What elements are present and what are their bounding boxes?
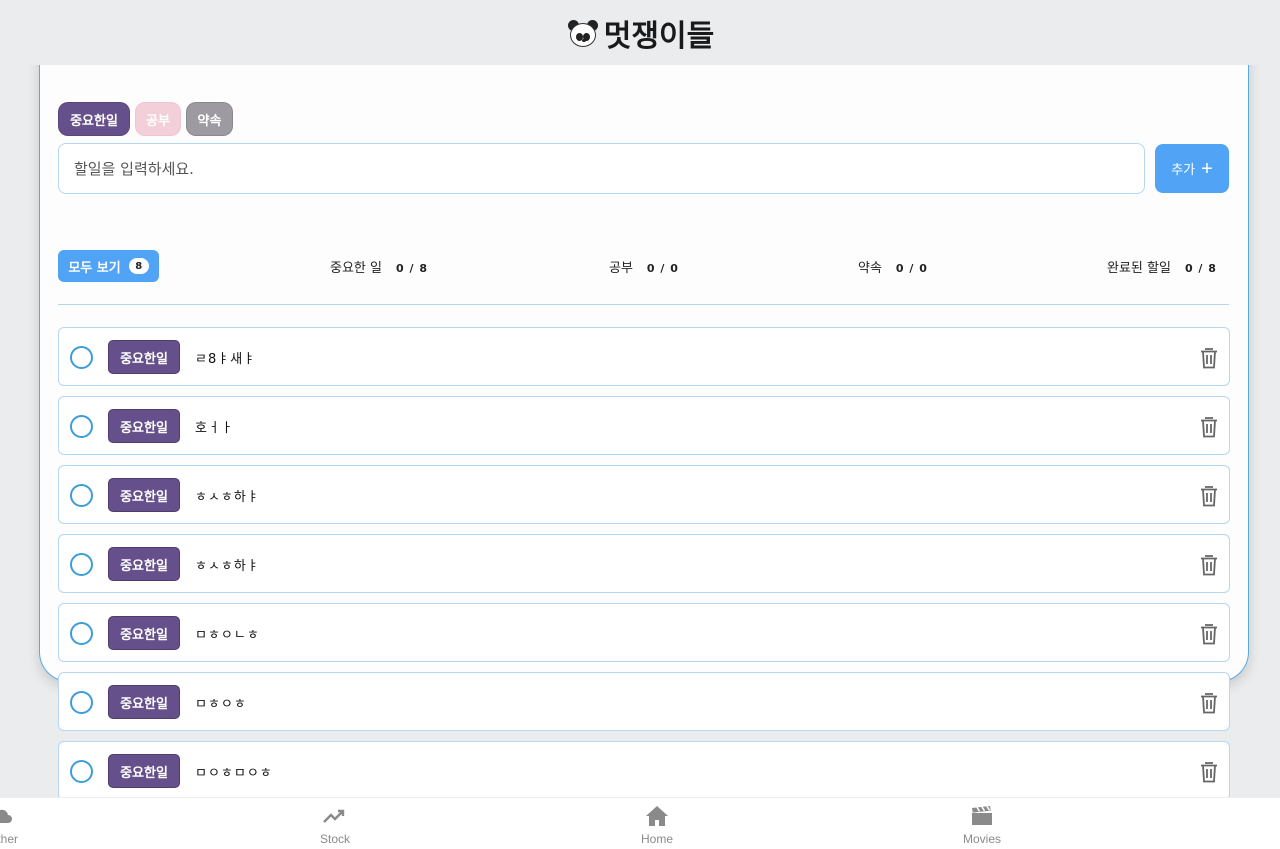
category-chips: 중요한일 공부 약속 [58, 102, 233, 136]
todo-item: 중요한일 ㅁㅎㅇㄴㅎ [58, 603, 1230, 662]
filter-done-label: 완료된 할일 [1107, 261, 1171, 276]
filter-important-label: 중요한 일 [330, 261, 382, 276]
nav-weather[interactable]: eather [0, 804, 18, 846]
nav-stock-label: Stock [320, 832, 351, 846]
todo-item: 중요한일 ㅎㅅㅎ하ㅑ [58, 534, 1230, 593]
todo-category-tag: 중요한일 [108, 616, 180, 650]
complete-checkbox[interactable] [70, 553, 93, 576]
nav-movies[interactable]: Movies [963, 804, 1001, 846]
todo-text: ㅎㅅㅎ하ㅑ [195, 490, 260, 505]
complete-checkbox[interactable] [70, 622, 93, 645]
todo-item: 중요한일 ㄹ8ㅑ새ㅑ [58, 327, 1230, 386]
todo-category-tag: 중요한일 [108, 754, 180, 788]
nav-weather-label: eather [0, 832, 19, 846]
add-button[interactable]: 추가 + [1155, 144, 1229, 193]
cloud-icon [0, 809, 13, 823]
panda-icon [566, 18, 600, 48]
home-icon [646, 806, 668, 826]
complete-checkbox[interactable] [70, 415, 93, 438]
app-title: 멋쟁이들 [603, 18, 715, 54]
chip-promise[interactable]: 약속 [186, 102, 233, 136]
todo-category-tag: 중요한일 [108, 409, 180, 443]
todo-category-tag: 중요한일 [108, 547, 180, 581]
todo-item: 중요한일 호ㅓㅏ [58, 396, 1230, 455]
todo-category-tag: 중요한일 [108, 340, 180, 374]
todo-category-tag: 중요한일 [108, 685, 180, 719]
trash-icon[interactable] [1199, 347, 1219, 369]
trending-up-icon [323, 809, 345, 823]
filter-all-count: 8 [128, 258, 149, 274]
todo-text: ㄹ8ㅑ새ㅑ [195, 352, 257, 367]
complete-checkbox[interactable] [70, 691, 93, 714]
todo-input[interactable] [58, 143, 1145, 194]
filter-study-ratio: 0 / 0 [646, 262, 679, 275]
todo-text: 호ㅓㅏ [195, 421, 234, 436]
brand: 멋쟁이들 [566, 11, 714, 55]
todo-category-tag: 중요한일 [108, 478, 180, 512]
todo-text: ㅎㅅㅎ하ㅑ [195, 559, 260, 574]
divider [58, 304, 1229, 305]
trash-icon[interactable] [1199, 485, 1219, 507]
trash-icon[interactable] [1199, 623, 1219, 645]
filter-study-label: 공부 [609, 261, 633, 276]
todo-item: 중요한일 ㅎㅅㅎ하ㅑ [58, 465, 1230, 524]
filter-important-ratio: 0 / 8 [395, 262, 428, 275]
complete-checkbox[interactable] [70, 484, 93, 507]
filter-promise-ratio: 0 / 0 [895, 262, 928, 275]
filter-all-button[interactable]: 모두 보기 8 [58, 250, 159, 282]
filter-promise[interactable]: 약속 0 / 0 [858, 257, 928, 276]
nav-home-label: Home [641, 832, 674, 846]
complete-checkbox[interactable] [70, 346, 93, 369]
bottom-nav: eather Stock Home Movies [0, 797, 1280, 849]
chip-study[interactable]: 공부 [135, 102, 181, 136]
nav-home[interactable]: Home [641, 804, 673, 846]
filter-done[interactable]: 완료된 할일 0 / 8 [1107, 257, 1217, 276]
todo-text: ㅁㅎㅇㅎ [195, 697, 247, 712]
todo-text: ㅁㅎㅇㄴㅎ [195, 628, 260, 643]
todo-text: ㅁㅇㅎㅁㅇㅎ [195, 766, 273, 781]
filter-done-ratio: 0 / 8 [1184, 262, 1217, 275]
filter-promise-label: 약속 [858, 261, 882, 276]
trash-icon[interactable] [1199, 416, 1219, 438]
nav-movies-label: Movies [963, 832, 1002, 846]
complete-checkbox[interactable] [70, 760, 93, 783]
chip-important[interactable]: 중요한일 [58, 102, 130, 136]
plus-icon: + [1201, 157, 1213, 180]
todo-list: 중요한일 ㄹ8ㅑ새ㅑ 중요한일 호ㅓㅏ 중요한일 ㅎㅅㅎ하ㅑ 중요한일 ㅎㅅㅎ하… [58, 327, 1230, 810]
filter-all-label: 모두 보기 [68, 260, 121, 276]
todo-item: 중요한일 ㅁㅇㅎㅁㅇㅎ [58, 741, 1230, 800]
nav-stock[interactable]: Stock [320, 804, 350, 846]
filter-bar: 모두 보기 8 중요한 일 0 / 8 공부 0 / 0 약속 0 / 0 완료… [58, 250, 1229, 282]
clapperboard-icon [972, 805, 992, 825]
trash-icon[interactable] [1199, 554, 1219, 576]
trash-icon[interactable] [1199, 761, 1219, 783]
app-header: 멋쟁이들 [0, 0, 1280, 65]
trash-icon[interactable] [1199, 692, 1219, 714]
filter-study[interactable]: 공부 0 / 0 [609, 257, 679, 276]
add-button-label: 추가 [1171, 162, 1196, 177]
filter-important[interactable]: 중요한 일 0 / 8 [330, 257, 428, 276]
todo-item: 중요한일 ㅁㅎㅇㅎ [58, 672, 1230, 731]
